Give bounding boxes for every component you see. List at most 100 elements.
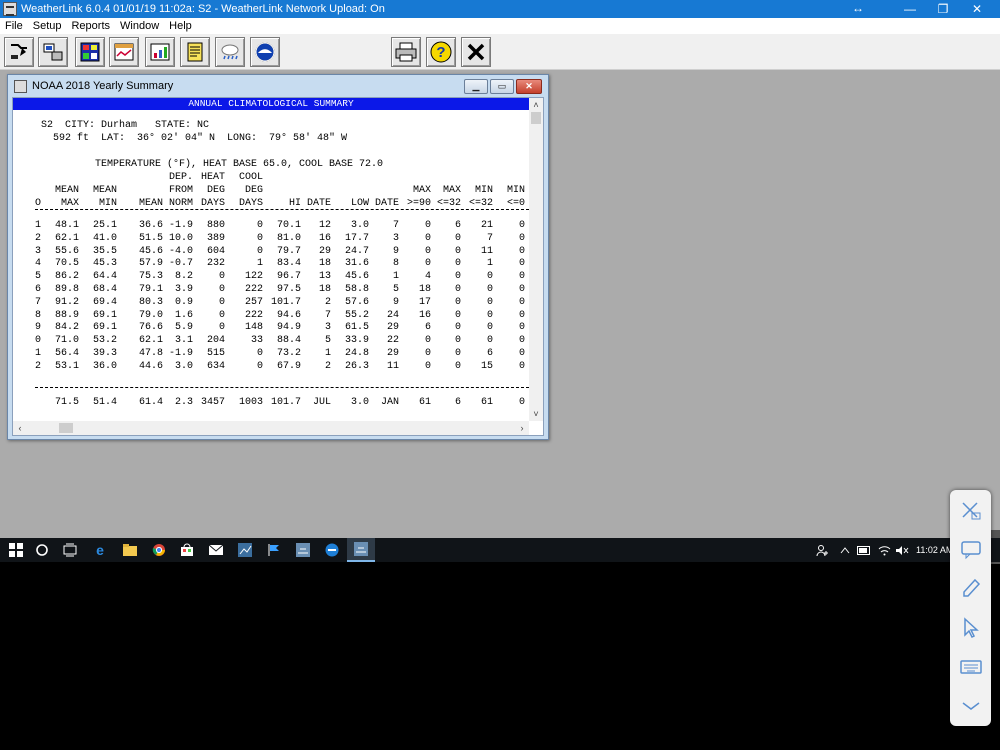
cell-max-le-32: 0: [454, 258, 461, 270]
cortana-button[interactable]: [28, 538, 56, 562]
print-button[interactable]: [391, 37, 421, 67]
cell-max-ge-90: 0: [424, 245, 431, 257]
edge-button[interactable]: e: [86, 538, 114, 562]
chrome-button[interactable]: [145, 538, 173, 562]
menu-help[interactable]: Help: [164, 20, 197, 32]
toolbar: ?: [0, 34, 1000, 70]
cell-hi: 88.4: [276, 335, 301, 347]
mail-button[interactable]: [202, 538, 230, 562]
volume-muted-icon[interactable]: [895, 538, 909, 562]
cell-heat-deg-days: 204: [206, 335, 225, 347]
cell-cool-deg-days: 257: [244, 296, 263, 308]
vertical-scroll-thumb[interactable]: [531, 112, 541, 124]
wifi-icon[interactable]: [878, 538, 891, 562]
weatherlink-taskbar-button[interactable]: [231, 538, 259, 562]
menu-file[interactable]: File: [0, 20, 28, 32]
menu-setup[interactable]: Setup: [28, 20, 67, 32]
cell-month: 1: [35, 348, 42, 359]
battery-icon[interactable]: [857, 538, 871, 562]
cell-cool-deg-days: 1: [256, 258, 263, 270]
noaa-button[interactable]: [250, 37, 280, 67]
cell-low: 58.8: [344, 284, 369, 295]
menu-reports[interactable]: Reports: [66, 20, 115, 32]
exit-button[interactable]: [461, 37, 491, 67]
cell-mean-min: 39.3: [92, 348, 117, 359]
cell-month: 5: [35, 271, 42, 283]
cell-min-le-0: 0: [518, 335, 525, 347]
cortana-icon: [36, 544, 48, 556]
cell-low-date: 11: [386, 360, 399, 372]
minimize-button[interactable]: —: [895, 0, 925, 18]
cell-heat-deg-days: 0: [218, 284, 225, 295]
chat-icon: [960, 540, 981, 559]
start-button[interactable]: [2, 538, 30, 562]
people-icon[interactable]: [816, 538, 829, 562]
cell-mean-min: 45.3: [92, 258, 117, 270]
plot-button[interactable]: [145, 37, 175, 67]
cell-mean-max: 86.2: [54, 271, 79, 283]
cell-min-le-32: 6: [486, 348, 493, 359]
child-close-button[interactable]: ✕: [516, 79, 542, 94]
child-maximize-button[interactable]: ▭: [490, 79, 514, 94]
cell-low: 33.9: [344, 335, 369, 347]
close-icon: [467, 43, 485, 61]
cell-min-le-0: 0: [518, 397, 525, 408]
taskbar-clock[interactable]: 11:02 AM: [916, 538, 953, 562]
lock-screen-button[interactable]: [958, 498, 983, 523]
menu-window[interactable]: Window: [115, 20, 164, 32]
summary-button[interactable]: [109, 37, 139, 67]
select-station-button[interactable]: [4, 37, 34, 67]
scroll-down-button[interactable]: ˅: [529, 407, 543, 421]
weatherlink-active-button[interactable]: [347, 538, 375, 562]
horizontal-scrollbar[interactable]: ‹ ›: [13, 421, 529, 435]
table-row: 9 84.2 69.1 76.6 5.9 0 148 94.9 3 61.5 29 6 0 0 0: [13, 321, 529, 334]
header-max-le-32: MAX: [442, 185, 461, 196]
cell-hi-date: 18: [318, 284, 331, 295]
store-button[interactable]: [173, 538, 201, 562]
cell-max-le-32: 0: [454, 335, 461, 347]
cell-cool-deg-days: 122: [244, 271, 263, 283]
report-text[interactable]: ANNUAL CLIMATOLOGICAL SUMMARY S2 CITY: D…: [13, 98, 529, 421]
collapse-panel-button[interactable]: [958, 693, 983, 718]
scroll-right-button[interactable]: ›: [515, 421, 529, 435]
file-explorer-button[interactable]: [116, 538, 144, 562]
horizontal-scroll-thumb[interactable]: [59, 423, 73, 433]
keyboard-button[interactable]: [958, 654, 983, 679]
connect-station-button[interactable]: [38, 37, 68, 67]
cell-max-ge-90: 17: [418, 296, 431, 308]
cell-min-le-0: 0: [518, 220, 525, 231]
chat-button[interactable]: [958, 537, 983, 562]
cell-heat-deg-days: 232: [206, 258, 225, 270]
bulletin-button[interactable]: [75, 37, 105, 67]
weather-button[interactable]: [215, 37, 245, 67]
vertical-scrollbar[interactable]: ˄ ˅: [529, 98, 543, 421]
weatherlink-app-icon[interactable]: [3, 2, 17, 16]
cell-max-ge-90: 0: [424, 348, 431, 359]
weatherlink-2-button[interactable]: [289, 538, 317, 562]
cell-dep-from-norm: -1.9: [168, 348, 193, 359]
cell-hi: 67.9: [276, 360, 301, 372]
close-button[interactable]: ✕: [962, 0, 992, 18]
cell-dep-from-norm: 3.0: [174, 360, 193, 372]
teamviewer-taskbar-button[interactable]: [318, 538, 346, 562]
scroll-left-button[interactable]: ‹: [13, 421, 27, 435]
pen-button[interactable]: [958, 576, 983, 601]
pointer-button[interactable]: [958, 615, 983, 640]
header-heat-deg-days: DEG: [206, 185, 225, 196]
connect-station-icon: [43, 43, 63, 61]
header-divider: [35, 209, 529, 210]
cell-low: 57.6: [344, 296, 369, 308]
tray-chevron-icon[interactable]: [840, 538, 850, 562]
noaa-notes-button[interactable]: [180, 37, 210, 67]
flag-app-button[interactable]: [260, 538, 288, 562]
cell-low: 55.2: [344, 309, 369, 321]
cell-cool-deg-days: 222: [244, 284, 263, 295]
cell-hi-date: 1: [324, 348, 331, 359]
child-minimize-button[interactable]: ▁: [464, 79, 488, 94]
scroll-up-button[interactable]: ˄: [529, 98, 543, 112]
header-mean-min: MEAN: [92, 185, 117, 196]
cell-heat-deg-days: 880: [206, 220, 225, 231]
help-button[interactable]: ?: [426, 37, 456, 67]
task-view-button[interactable]: [56, 538, 84, 562]
restore-button[interactable]: ❐: [928, 0, 958, 18]
